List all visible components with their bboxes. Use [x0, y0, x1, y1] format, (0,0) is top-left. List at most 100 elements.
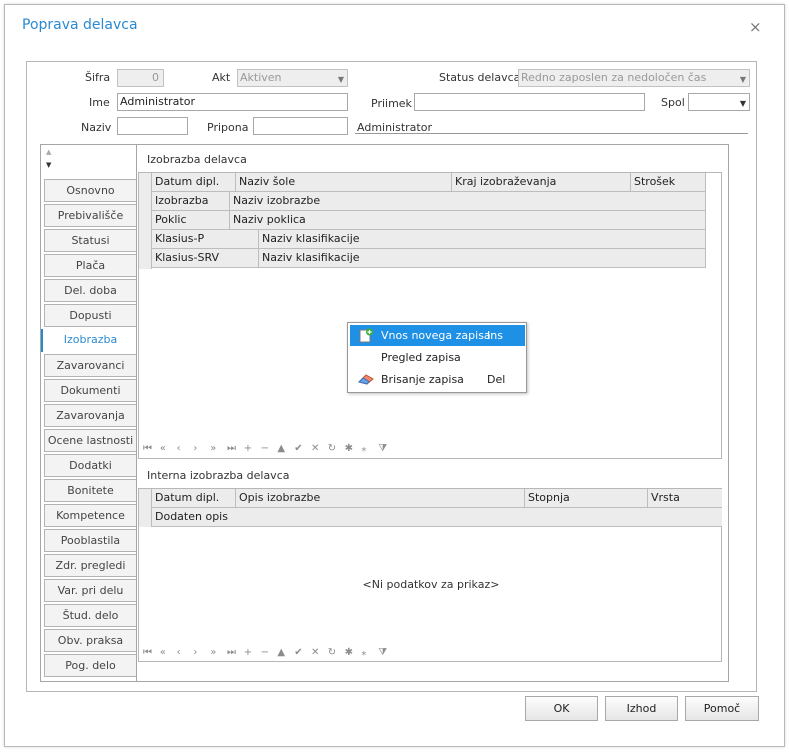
display-name-underline: [355, 133, 748, 134]
nav-save-bookmark-icon[interactable]: ✱: [345, 647, 353, 658]
nav-post-icon[interactable]: ✔: [294, 443, 302, 454]
grid-navigator: ⏮ « ‹ › » ⏭ + − ▲ ✔ ✕ ↻ ✱ ⁎ ⧩: [143, 443, 403, 455]
nav-prev-icon[interactable]: ‹: [177, 647, 181, 658]
column-header[interactable]: Datum dipl.: [152, 173, 236, 192]
band-value: Naziv klasifikacije: [259, 230, 706, 249]
nav-prev-page-icon[interactable]: «: [160, 443, 166, 454]
nav-refresh-icon[interactable]: ↻: [328, 647, 336, 658]
band-label: Klasius-SRV: [152, 249, 259, 268]
menu-item-label: Pregled zapisa: [381, 351, 461, 364]
status-select[interactable]: Redno zaposlen za nedoločen čas ▼: [518, 69, 750, 87]
nav-next-page-icon[interactable]: »: [210, 443, 216, 454]
interna-grid[interactable]: Datum dipl. Opis izobrazbe Stopnja Vrsta…: [138, 488, 722, 662]
nav-next-icon[interactable]: ›: [193, 647, 197, 658]
close-icon[interactable]: ×: [749, 18, 762, 36]
nav-edit-icon[interactable]: ▲: [277, 443, 285, 454]
tab-item[interactable]: Pooblastila: [44, 529, 137, 552]
tab-item[interactable]: Izobrazba: [41, 329, 138, 352]
nav-last-icon[interactable]: ⏭: [227, 647, 236, 658]
tab-item[interactable]: Zavarovanja: [44, 404, 137, 427]
content-pane: Izobrazba delavca Datum dipl. Naziv šole…: [136, 144, 729, 682]
nav-last-icon[interactable]: ⏭: [227, 443, 236, 454]
ime-field[interactable]: Administrator: [117, 93, 348, 111]
band-value: Naziv poklica: [230, 211, 706, 230]
empty-message: <Ni podatkov za prikaz>: [362, 578, 500, 591]
column-header[interactable]: Opis izobrazbe: [236, 489, 525, 508]
tab-item[interactable]: Štud. delo: [44, 604, 137, 627]
nav-delete-icon[interactable]: −: [261, 647, 269, 658]
nav-next-page-icon[interactable]: »: [210, 647, 216, 658]
nav-delete-icon[interactable]: −: [261, 443, 269, 454]
row-indicator: [139, 489, 152, 527]
nav-insert-icon[interactable]: +: [244, 647, 252, 658]
akt-value: Aktiven: [240, 71, 282, 84]
tab-item[interactable]: Kompetence: [44, 504, 137, 527]
nav-filter-icon[interactable]: ⧩: [378, 647, 387, 658]
spol-select[interactable]: ▼: [688, 93, 750, 111]
pripona-field[interactable]: [253, 117, 348, 135]
tab-item[interactable]: Obv. praksa: [44, 629, 137, 652]
tab-item[interactable]: Zavarovanci: [44, 354, 137, 377]
nav-prev-page-icon[interactable]: «: [160, 647, 166, 658]
nav-insert-icon[interactable]: +: [244, 443, 252, 454]
nav-first-icon[interactable]: ⏮: [143, 647, 152, 658]
status-value: Redno zaposlen za nedoločen čas: [521, 71, 707, 84]
dialog-title: Poprava delavca: [22, 17, 138, 33]
band-label: Izobrazba: [152, 192, 230, 211]
vertical-tab-strip: ▲ ▼ Osnovno Prebivališče Statusi Plača Del. …: [40, 144, 138, 682]
column-header[interactable]: Vrsta: [648, 489, 722, 508]
akt-label: Akt: [212, 71, 231, 84]
menu-item-new-record[interactable]: Vnos novega zapisa Ins: [350, 325, 525, 346]
akt-select[interactable]: Aktiven ▼: [237, 69, 348, 87]
nav-cancel-icon[interactable]: ✕: [311, 647, 319, 658]
naziv-field[interactable]: [117, 117, 188, 135]
nav-refresh-icon[interactable]: ↻: [328, 443, 336, 454]
pripona-label: Pripona: [207, 121, 249, 134]
band-value: Naziv klasifikacije: [259, 249, 706, 268]
tab-item[interactable]: Pog. delo: [44, 654, 137, 677]
nav-post-icon[interactable]: ✔: [294, 647, 302, 658]
nav-next-icon[interactable]: ›: [193, 443, 197, 454]
scroll-down-icon[interactable]: ▼: [46, 161, 51, 169]
nav-goto-bookmark-icon[interactable]: ⁎: [361, 443, 366, 454]
section-title-izobrazba: Izobrazba delavca: [147, 153, 247, 166]
sifra-field[interactable]: 0: [117, 69, 164, 87]
sifra-label: Šifra: [85, 71, 111, 84]
column-header[interactable]: Stopnja: [525, 489, 648, 508]
column-header[interactable]: Strošek: [631, 173, 706, 192]
column-header[interactable]: Naziv šole: [236, 173, 452, 192]
menu-item-delete-record[interactable]: Brisanje zapisa Del: [350, 369, 525, 390]
izhod-button[interactable]: Izhod: [605, 696, 678, 721]
scroll-up-icon[interactable]: ▲: [46, 148, 51, 156]
tab-item[interactable]: Plača: [44, 254, 137, 277]
priimek-field[interactable]: [414, 93, 645, 111]
nav-edit-icon[interactable]: ▲: [277, 647, 285, 658]
tab-item[interactable]: Dodatki: [44, 454, 137, 477]
tab-item[interactable]: Zdr. pregledi: [44, 554, 137, 577]
band-label: Poklic: [152, 211, 230, 230]
tab-item[interactable]: Del. doba: [44, 279, 137, 302]
menu-item-shortcut: Ins: [487, 329, 503, 342]
naziv-label: Naziv: [81, 121, 112, 134]
tab-item[interactable]: Dopusti: [44, 304, 137, 327]
tab-item[interactable]: Ocene lastnosti: [44, 429, 137, 452]
tab-item[interactable]: Statusi: [44, 229, 137, 252]
nav-first-icon[interactable]: ⏮: [143, 443, 152, 454]
nav-goto-bookmark-icon[interactable]: ⁎: [361, 647, 366, 658]
nav-prev-icon[interactable]: ‹: [177, 443, 181, 454]
pomoc-button[interactable]: Pomoč: [685, 696, 759, 721]
column-header[interactable]: Datum dipl.: [152, 489, 236, 508]
tab-item[interactable]: Osnovno: [44, 179, 137, 202]
nav-save-bookmark-icon[interactable]: ✱: [345, 443, 353, 454]
nav-filter-icon[interactable]: ⧩: [378, 443, 387, 454]
tab-item[interactable]: Var. pri delu: [44, 579, 137, 602]
nav-cancel-icon[interactable]: ✕: [311, 443, 319, 454]
ok-button[interactable]: OK: [525, 696, 598, 721]
tab-item[interactable]: Prebivališče: [44, 204, 137, 227]
izobrazba-grid[interactable]: Datum dipl. Naziv šole Kraj izobraževanj…: [138, 172, 722, 459]
tab-item[interactable]: Bonitete: [44, 479, 137, 502]
column-header[interactable]: Kraj izobraževanja: [452, 173, 631, 192]
tab-item[interactable]: Dokumenti: [44, 379, 137, 402]
spol-label: Spol: [661, 96, 685, 109]
menu-item-view-record[interactable]: Pregled zapisa: [350, 347, 525, 368]
